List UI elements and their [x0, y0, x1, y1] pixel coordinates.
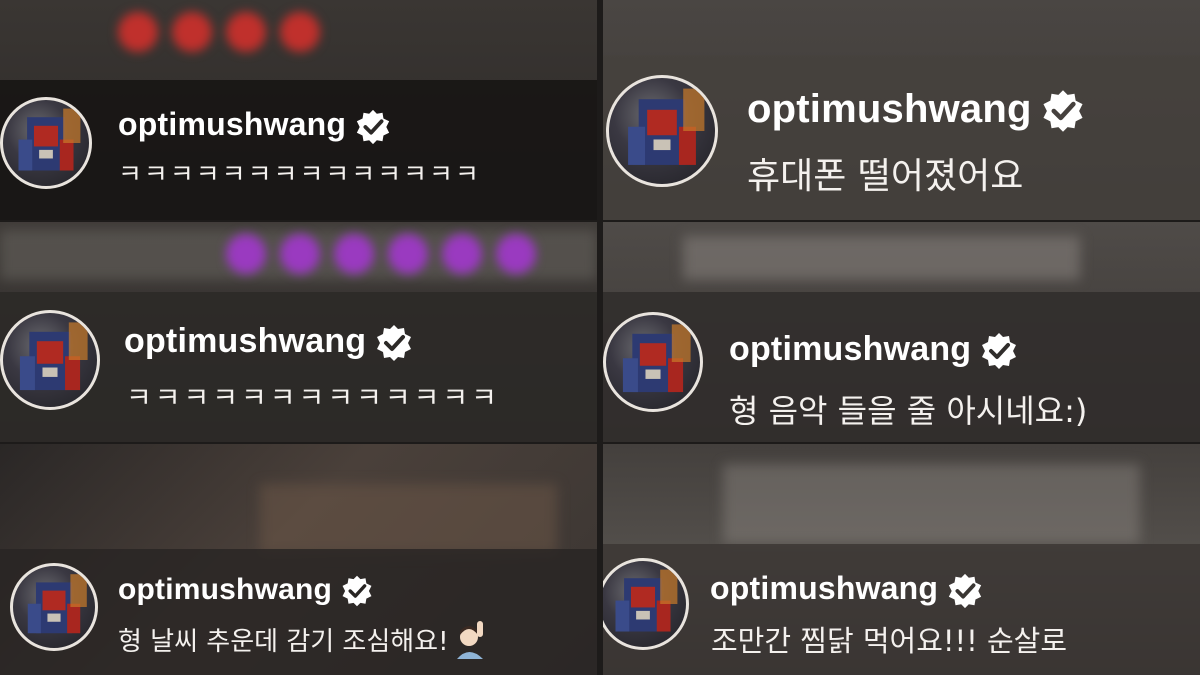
verified-badge-icon [340, 574, 374, 608]
verified-badge-icon [1040, 88, 1086, 134]
comment-panel-4: optimushwang 형 음악 들을 줄 아시네요:) [603, 222, 1200, 442]
avatar[interactable] [0, 310, 100, 410]
verified-badge-icon [946, 572, 984, 610]
live-comment: optimushwang 조만간 찜닭 먹어요!!! 순살로 [603, 544, 1200, 675]
comment-panel-3: optimushwang ㅋㅋㅋㅋㅋㅋㅋㅋㅋㅋㅋㅋㅋ [0, 222, 597, 442]
comment-panel-2: optimushwang 휴대폰 떨어졌어요 [603, 0, 1200, 220]
comment-text: ㅋㅋㅋㅋㅋㅋㅋㅋㅋㅋㅋㅋㅋ [126, 381, 500, 414]
comment-text: 조만간 찜닭 먹어요!!! 순살로 [711, 624, 1068, 658]
avatar[interactable] [603, 312, 703, 412]
comment-text: 형 날씨 추운데 감기 조심해요! [118, 627, 449, 657]
blurred-reaction-dots [118, 12, 320, 52]
avatar[interactable] [0, 97, 92, 189]
live-comment: optimushwang 형 날씨 추운데 감기 조심해요! [0, 549, 597, 675]
avatar[interactable] [10, 563, 98, 651]
comment-text: 형 음악 들을 줄 아시네요:) [729, 392, 1088, 430]
verified-badge-icon [354, 108, 392, 146]
comment-panel-1: optimushwang ㅋㅋㅋㅋㅋㅋㅋㅋㅋㅋㅋㅋㅋㅋ [0, 0, 597, 220]
username[interactable]: optimushwang [118, 106, 346, 142]
avatar[interactable] [603, 558, 689, 650]
live-comment: optimushwang 형 음악 들을 줄 아시네요:) [603, 292, 1200, 442]
live-comment: optimushwang 휴대폰 떨어졌어요 [603, 55, 1200, 220]
comment-text: 휴대폰 떨어졌어요 [747, 156, 1024, 197]
comment-text: ㅋㅋㅋㅋㅋㅋㅋㅋㅋㅋㅋㅋㅋㅋ [118, 160, 481, 190]
comment-panel-6: optimushwang 조만간 찜닭 먹어요!!! 순살로 [603, 444, 1200, 675]
username[interactable]: optimushwang [729, 330, 971, 368]
live-comment: optimushwang ㅋㅋㅋㅋㅋㅋㅋㅋㅋㅋㅋㅋㅋㅋ [0, 80, 597, 220]
username[interactable]: optimushwang [710, 570, 938, 606]
live-comment: optimushwang ㅋㅋㅋㅋㅋㅋㅋㅋㅋㅋㅋㅋㅋ [0, 292, 597, 442]
username[interactable]: optimushwang [124, 322, 366, 360]
username[interactable]: optimushwang [747, 87, 1032, 131]
avatar[interactable] [606, 75, 718, 187]
verified-badge-icon [374, 323, 414, 363]
verified-badge-icon [979, 331, 1019, 371]
blurred-reaction-dots [226, 234, 536, 274]
username[interactable]: optimushwang [118, 573, 332, 606]
comment-panel-5: optimushwang 형 날씨 추운데 감기 조심해요! [0, 444, 597, 675]
raising-hand-emoji-icon [453, 619, 489, 666]
